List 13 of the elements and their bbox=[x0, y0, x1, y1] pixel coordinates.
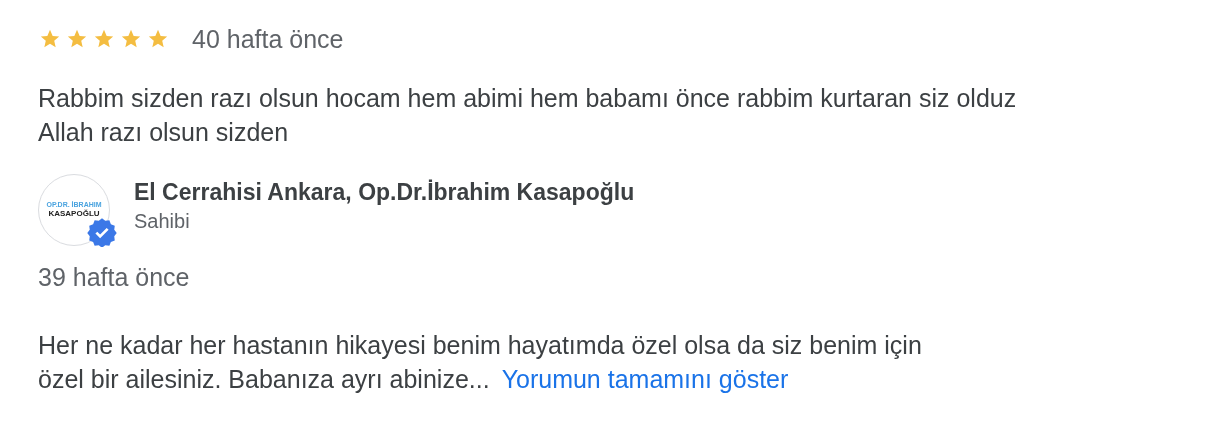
reply-text: Her ne kadar her hastanın hikayesi benim hayatımda özel olsa da siz benim için özel bir ailesiniz. Babanıza ayrı abinize... Yorumun tamamını göster bbox=[38, 330, 923, 395]
star-icon bbox=[92, 28, 116, 50]
owner-name: El Cerrahisi Ankara, Op.Dr.İbrahim Kasapoğlu bbox=[134, 178, 635, 207]
star-icon bbox=[38, 28, 62, 50]
reply-time: 39 hafta önce bbox=[38, 262, 191, 293]
review-time: 40 hafta önce bbox=[192, 24, 344, 55]
owner-role: Sahibi bbox=[134, 209, 191, 234]
review-text: Rabbim sizden razı olsun hocam hem abimi hem babamı önce rabbim kurtaran siz olduz Allah razı olsun sizden bbox=[38, 83, 1018, 148]
show-more-link[interactable]: Yorumun tamamını göster bbox=[501, 365, 789, 393]
star-icon bbox=[119, 28, 143, 50]
star-icon bbox=[146, 28, 170, 50]
logo-text: KASAPOĞLU bbox=[48, 209, 100, 219]
star-icon bbox=[65, 28, 89, 50]
